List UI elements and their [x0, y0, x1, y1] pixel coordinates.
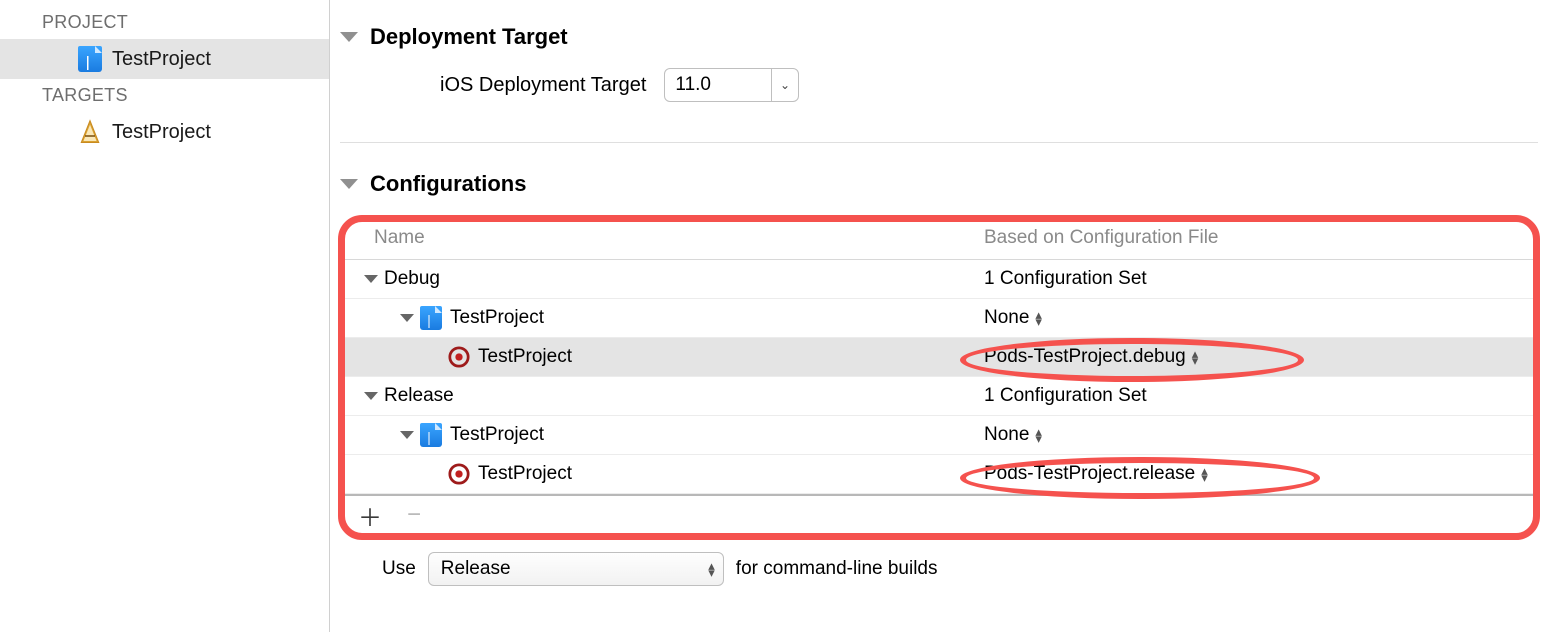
config-row-debug-target[interactable]: TestProject Pods-TestProject.debug ▴▾ — [344, 338, 1534, 377]
disclosure-triangle-icon — [400, 431, 414, 439]
disclosure-triangle-icon — [364, 275, 378, 283]
config-based: None — [984, 307, 1029, 329]
sidebar: PROJECT TestProject TARGETS TestProject — [0, 0, 330, 632]
configurations-section-title: Configurations — [370, 171, 526, 197]
sidebar-project-label: TestProject — [112, 48, 211, 71]
deployment-section-title: Deployment Target — [370, 24, 568, 50]
chevron-down-icon: ⌄ — [772, 78, 798, 92]
target-icon — [448, 345, 470, 369]
configurations-table-header: Name Based on Configuration File — [344, 221, 1534, 260]
stepper-icon[interactable]: ▴▾ — [1192, 350, 1199, 364]
use-config-row: Use Release ▴▾ for command-line builds — [340, 552, 1538, 586]
col-header-name[interactable]: Name — [344, 227, 984, 249]
deployment-section-header[interactable]: Deployment Target — [340, 14, 1538, 68]
use-config-value: Release — [441, 558, 511, 580]
disclosure-triangle-icon — [364, 392, 378, 400]
config-based: 1 Configuration Set — [984, 268, 1147, 290]
disclosure-triangle-icon — [340, 32, 358, 42]
xcode-project-icon — [78, 46, 102, 72]
config-based: None — [984, 424, 1029, 446]
target-icon — [448, 462, 470, 486]
sidebar-project-header: PROJECT — [0, 6, 329, 39]
deployment-section: Deployment Target iOS Deployment Target … — [340, 0, 1538, 138]
deployment-target-label: iOS Deployment Target — [440, 74, 646, 97]
config-name: TestProject — [450, 307, 544, 329]
config-based: 1 Configuration Set — [984, 385, 1147, 407]
configurations-table-footer: ＋ − — [344, 494, 1534, 534]
configurations-section: Configurations Name Based on Configurati… — [340, 147, 1538, 602]
app-target-icon — [78, 119, 102, 145]
config-name: TestProject — [450, 424, 544, 446]
sidebar-target-item[interactable]: TestProject — [0, 112, 329, 152]
config-row-release[interactable]: Release 1 Configuration Set — [344, 377, 1534, 416]
add-config-button[interactable]: ＋ — [358, 498, 382, 533]
deployment-target-row: iOS Deployment Target 11.0 ⌄ — [340, 68, 1538, 122]
config-row-release-project[interactable]: TestProject None ▴▾ — [344, 416, 1534, 455]
remove-config-button[interactable]: − — [402, 501, 426, 529]
config-row-release-target[interactable]: TestProject Pods-TestProject.release ▴▾ — [344, 455, 1534, 494]
stepper-icon[interactable]: ▴▾ — [1201, 467, 1208, 481]
stepper-icon: ▴▾ — [708, 562, 715, 576]
section-divider — [340, 142, 1538, 143]
configurations-section-header[interactable]: Configurations — [340, 161, 1538, 215]
use-config-popup[interactable]: Release ▴▾ — [428, 552, 724, 586]
deployment-target-combo[interactable]: 11.0 ⌄ — [664, 68, 799, 102]
use-label-suffix: for command-line builds — [736, 558, 938, 580]
config-name: TestProject — [478, 346, 572, 368]
use-label-prefix: Use — [382, 558, 416, 580]
config-based: Pods-TestProject.debug — [984, 346, 1186, 368]
deployment-target-value: 11.0 — [665, 69, 772, 101]
disclosure-triangle-icon — [400, 314, 414, 322]
config-row-debug[interactable]: Debug 1 Configuration Set — [344, 260, 1534, 299]
xcode-project-icon — [420, 423, 442, 447]
sidebar-target-label: TestProject — [112, 121, 211, 144]
sidebar-project-item[interactable]: TestProject — [0, 39, 329, 79]
configurations-table-wrapper: Name Based on Configuration File Debug 1… — [344, 221, 1534, 534]
sidebar-targets-header: TARGETS — [0, 79, 329, 112]
stepper-icon[interactable]: ▴▾ — [1035, 311, 1042, 325]
config-name: Debug — [384, 268, 440, 290]
col-header-based[interactable]: Based on Configuration File — [984, 227, 1534, 249]
main-panel: Deployment Target iOS Deployment Target … — [330, 0, 1568, 632]
xcode-project-icon — [420, 306, 442, 330]
config-row-debug-project[interactable]: TestProject None ▴▾ — [344, 299, 1534, 338]
configurations-table: Name Based on Configuration File Debug 1… — [344, 221, 1534, 534]
config-name: Release — [384, 385, 454, 407]
config-name: TestProject — [478, 463, 572, 485]
config-based: Pods-TestProject.release — [984, 463, 1195, 485]
stepper-icon[interactable]: ▴▾ — [1035, 428, 1042, 442]
disclosure-triangle-icon — [340, 179, 358, 189]
